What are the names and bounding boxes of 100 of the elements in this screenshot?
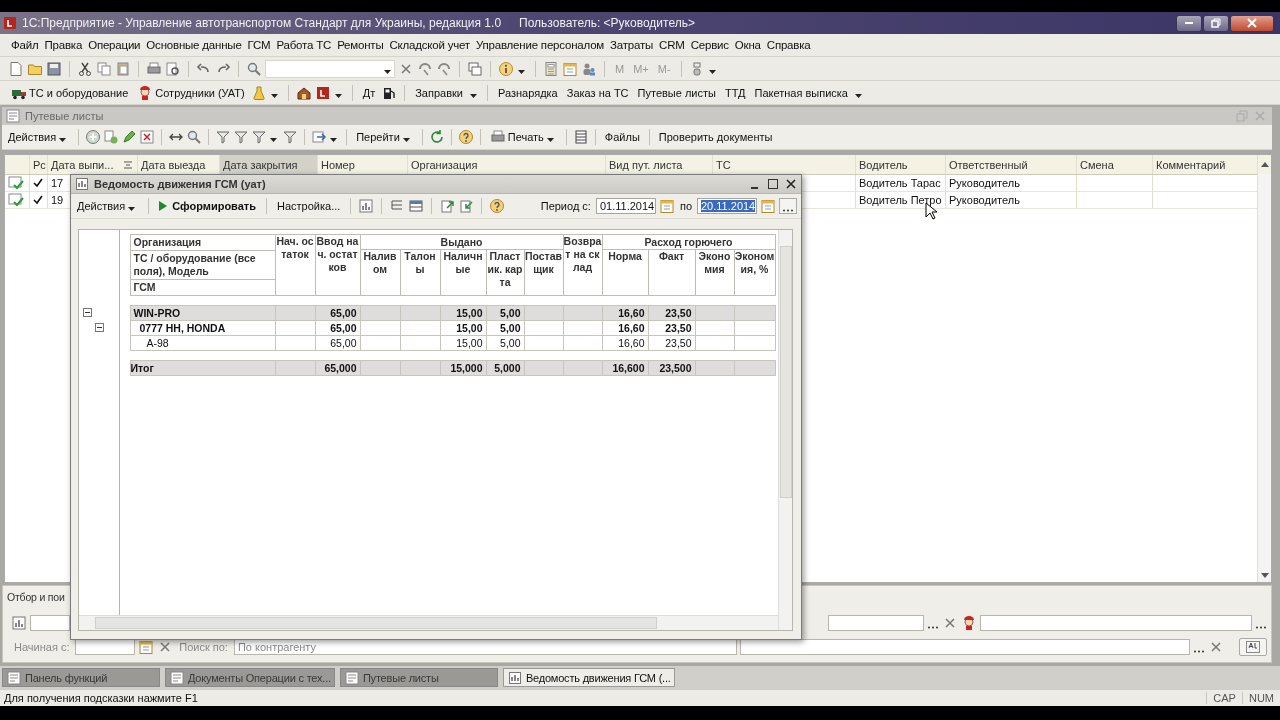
- table-icon[interactable]: [408, 198, 425, 214]
- person-icon[interactable]: [961, 615, 977, 631]
- column-header[interactable]: Смена: [1077, 155, 1153, 174]
- minimize-button[interactable]: [1176, 14, 1202, 32]
- menu-item[interactable]: ГСМ: [244, 39, 274, 51]
- toolbar-button[interactable]: Путевые листы: [634, 85, 719, 100]
- vehicles-button[interactable]: ТС и оборудование: [8, 83, 132, 102]
- save-icon[interactable]: [46, 60, 62, 77]
- list-icon[interactable]: [572, 129, 589, 145]
- menu-item[interactable]: Сервис: [687, 39, 732, 51]
- date-field[interactable]: 20.11.2014: [697, 198, 757, 214]
- calculator-icon[interactable]: [543, 60, 559, 77]
- caret-icon[interactable]: [270, 93, 278, 98]
- info-icon[interactable]: [498, 60, 514, 77]
- go-icon[interactable]: [311, 129, 328, 145]
- actions-button[interactable]: Действия: [5, 130, 73, 144]
- caret-icon[interactable]: [546, 138, 554, 142]
- column-header[interactable]: Рс: [30, 155, 48, 174]
- scroll-down-icon[interactable]: [1260, 573, 1269, 578]
- calendar-icon[interactable]: [562, 60, 578, 77]
- new-document-icon[interactable]: [8, 60, 24, 77]
- help-icon[interactable]: [489, 198, 506, 214]
- menu-item[interactable]: Затраты: [607, 39, 657, 51]
- import-icon[interactable]: [458, 198, 475, 214]
- choose-icon[interactable]: [1255, 625, 1267, 629]
- window-tab[interactable]: Панель функций: [2, 668, 160, 687]
- menu-item[interactable]: Ремонты: [334, 39, 387, 51]
- filter-icon[interactable]: [215, 129, 232, 145]
- caret-icon[interactable]: [402, 138, 410, 142]
- maximize-icon[interactable]: [767, 178, 779, 190]
- choose-icon[interactable]: [927, 625, 939, 629]
- actions-button[interactable]: Действия: [74, 199, 142, 213]
- check-documents-button[interactable]: Проверить документы: [655, 130, 776, 144]
- toolbar-button[interactable]: Заказ на ТС: [563, 85, 632, 100]
- column-header[interactable]: Водитель: [856, 155, 946, 174]
- window-tab[interactable]: Документы Операции с тех...: [165, 668, 335, 687]
- caret-icon[interactable]: [270, 138, 278, 142]
- close-button[interactable]: [1230, 14, 1274, 32]
- menu-item[interactable]: Правка: [41, 39, 86, 51]
- print-preview-icon[interactable]: [165, 60, 181, 77]
- scrollbar[interactable]: [1257, 174, 1271, 582]
- input-field[interactable]: [30, 615, 70, 631]
- caret-icon[interactable]: [854, 93, 862, 98]
- caret-icon[interactable]: [334, 93, 342, 98]
- files-button[interactable]: Файлы: [601, 130, 643, 144]
- toolbar-button[interactable]: Заправки: [412, 85, 466, 100]
- print-icon[interactable]: [146, 60, 162, 77]
- menu-item[interactable]: Складской учет: [386, 39, 473, 51]
- cut-icon[interactable]: [77, 60, 93, 77]
- input-field[interactable]: [980, 615, 1252, 631]
- column-header[interactable]: Комментарий: [1153, 155, 1258, 174]
- print-button[interactable]: Печать: [486, 128, 560, 146]
- filter-icon[interactable]: [233, 129, 250, 145]
- scroll-up-icon[interactable]: [1260, 162, 1269, 167]
- export-icon[interactable]: [439, 198, 456, 214]
- menu-item[interactable]: Окна: [731, 39, 764, 51]
- window-tab[interactable]: Ведомость движения ГСМ (...: [502, 668, 675, 687]
- menu-item[interactable]: Работа ТС: [273, 39, 335, 51]
- filter-icon[interactable]: [251, 129, 268, 145]
- scrollbar[interactable]: [79, 615, 778, 630]
- toolbar-button[interactable]: ТТД: [721, 85, 749, 100]
- calendar-icon[interactable]: [760, 198, 776, 214]
- window-tab[interactable]: Путевые листы: [339, 668, 498, 687]
- paste-icon[interactable]: [115, 60, 131, 77]
- add-icon[interactable]: [85, 129, 102, 145]
- menu-item[interactable]: Справка: [763, 39, 814, 51]
- column-header[interactable]: Дата закрытия: [220, 155, 318, 174]
- scrollbar[interactable]: [778, 230, 792, 630]
- caret-icon[interactable]: [470, 93, 477, 98]
- settings-button[interactable]: Настройка...: [274, 199, 344, 213]
- toolbar-button[interactable]: Разнарядка: [495, 85, 561, 100]
- generate-button[interactable]: Сформировать: [156, 199, 259, 213]
- help-icon[interactable]: [457, 129, 474, 145]
- menu-item[interactable]: CRM: [656, 39, 688, 51]
- chart-icon[interactable]: [358, 198, 375, 214]
- menu-item[interactable]: Основные данные: [143, 39, 245, 51]
- caret-icon[interactable]: [330, 138, 338, 142]
- toolbar-button[interactable]: Дт: [359, 85, 379, 100]
- copy-icon[interactable]: [103, 129, 120, 145]
- input-field[interactable]: [828, 615, 924, 631]
- collapse-icon[interactable]: [83, 308, 92, 318]
- caret-icon[interactable]: [384, 69, 391, 74]
- date-field[interactable]: 01.11.2014: [595, 198, 656, 214]
- employees-button[interactable]: Сотрудники (УАТ): [134, 83, 248, 102]
- goto-button[interactable]: Перейти: [353, 130, 416, 144]
- edit-icon[interactable]: [121, 129, 138, 145]
- delete-icon[interactable]: [139, 129, 156, 145]
- refresh-icon[interactable]: [428, 129, 445, 145]
- close-icon[interactable]: [785, 178, 797, 190]
- search-icon[interactable]: [246, 60, 262, 77]
- clear-filter-icon[interactable]: [282, 129, 299, 145]
- column-header[interactable]: Ответственный: [946, 155, 1077, 174]
- caret-icon[interactable]: [59, 138, 67, 142]
- caret-icon[interactable]: [518, 69, 525, 74]
- caret-icon[interactable]: [708, 69, 716, 74]
- toolbar-button[interactable]: Пакетная выписка: [751, 85, 851, 100]
- find-icon[interactable]: [186, 129, 203, 145]
- collapse-icon[interactable]: [95, 323, 104, 333]
- menu-item[interactable]: Файл: [8, 39, 42, 51]
- period-button[interactable]: [779, 198, 797, 214]
